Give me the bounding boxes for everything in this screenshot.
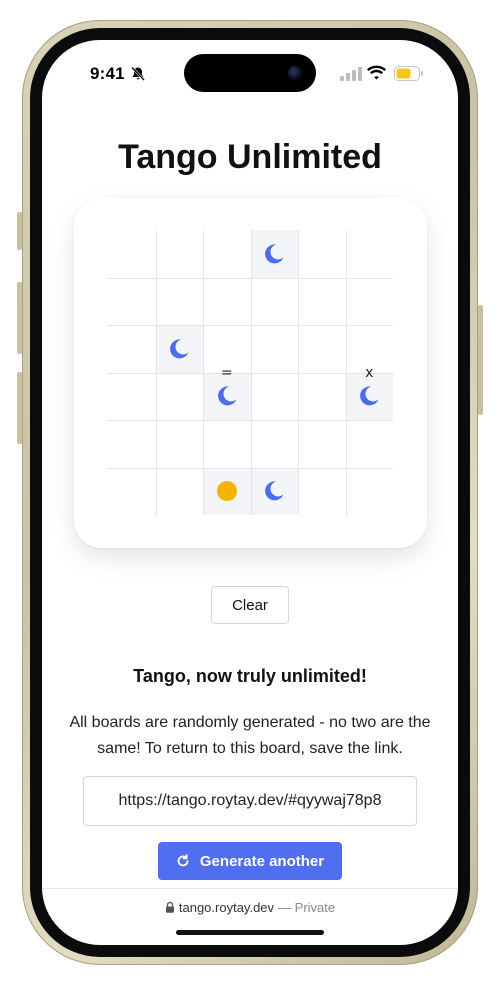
grid-line	[298, 230, 299, 515]
address-bar-divider	[42, 888, 458, 889]
equal-sign: =	[220, 364, 233, 381]
board-cell[interactable]	[108, 373, 156, 421]
moon-icon	[265, 244, 284, 264]
board-cell[interactable]	[203, 467, 251, 515]
tango-board: = x	[108, 230, 393, 515]
power-button	[478, 305, 483, 415]
address-domain: tango.roytay.dev	[178, 900, 275, 915]
board-cell[interactable]	[156, 278, 204, 326]
board-cell[interactable]	[108, 420, 156, 468]
board-cell[interactable]	[251, 278, 299, 326]
sun-icon	[216, 481, 237, 502]
dynamic-island	[184, 54, 316, 92]
board-cell[interactable]	[108, 278, 156, 326]
refresh-icon	[177, 854, 189, 867]
volume-down-button	[17, 372, 22, 444]
lock-icon	[165, 902, 174, 913]
generate-another-button[interactable]: Generate another	[158, 842, 342, 880]
board-cell[interactable]	[346, 420, 394, 468]
board-card: = x	[74, 198, 427, 548]
screen: 9:41 Tango Unlimited = x Clear Tango, now…	[42, 40, 458, 945]
board-cell[interactable]	[298, 325, 346, 373]
board-cell[interactable]	[156, 420, 204, 468]
moon-icon	[217, 386, 237, 406]
cross-sign: x	[365, 364, 374, 381]
board-cell[interactable]	[346, 468, 394, 516]
address-privacy: — Private	[278, 900, 336, 915]
volume-up-button	[17, 282, 22, 354]
share-url-field[interactable]: https://tango.roytay.dev/#qyywaj78p8	[83, 776, 417, 826]
subtitle: Tango, now truly unlimited!	[133, 666, 367, 686]
generate-another-label: Generate another	[199, 852, 325, 870]
board-cell[interactable]	[250, 467, 298, 515]
home-indicator	[176, 930, 324, 935]
grid-line	[346, 230, 347, 515]
board-cell[interactable]	[156, 230, 204, 278]
board-cell[interactable]	[155, 325, 203, 373]
moon-icon	[265, 481, 284, 501]
board-cell[interactable]	[298, 278, 346, 326]
board-cell[interactable]	[108, 230, 156, 278]
camera-icon	[288, 66, 302, 80]
board-cell[interactable]	[251, 420, 299, 468]
board-cell[interactable]	[250, 230, 298, 278]
board-cell[interactable]	[203, 420, 251, 468]
grid-line	[108, 420, 393, 421]
board-cell[interactable]	[346, 230, 394, 278]
bell-slash-icon	[131, 66, 145, 81]
board-cell[interactable]	[203, 278, 251, 326]
description: All boards are randomly generated - no t…	[69, 714, 431, 757]
board-cell[interactable]	[251, 325, 299, 373]
action-button	[17, 212, 22, 250]
moon-icon	[360, 386, 379, 406]
board-cell[interactable]	[251, 373, 299, 421]
board-cell[interactable]	[156, 468, 204, 516]
board-cell[interactable]	[298, 230, 346, 278]
status-time: 9:41	[90, 64, 125, 83]
page-title: Tango Unlimited	[118, 138, 382, 176]
board-cell[interactable]	[108, 325, 156, 373]
board-cell[interactable]	[203, 230, 251, 278]
grid-line	[108, 373, 393, 374]
board-cell[interactable]	[346, 278, 394, 326]
signal-icon	[340, 67, 362, 81]
grid-line	[108, 468, 393, 469]
clear-button[interactable]: Clear	[211, 586, 289, 624]
board-cell[interactable]	[108, 468, 156, 516]
wifi-icon	[367, 65, 386, 80]
battery-icon	[394, 66, 423, 81]
board-cell[interactable]	[298, 373, 346, 421]
board-cell[interactable]	[298, 420, 346, 468]
address-bar[interactable]: tango.roytay.dev — Private	[42, 900, 458, 915]
board-cell[interactable]	[298, 468, 346, 516]
board-cell[interactable]	[156, 373, 204, 421]
moon-icon	[170, 339, 189, 359]
